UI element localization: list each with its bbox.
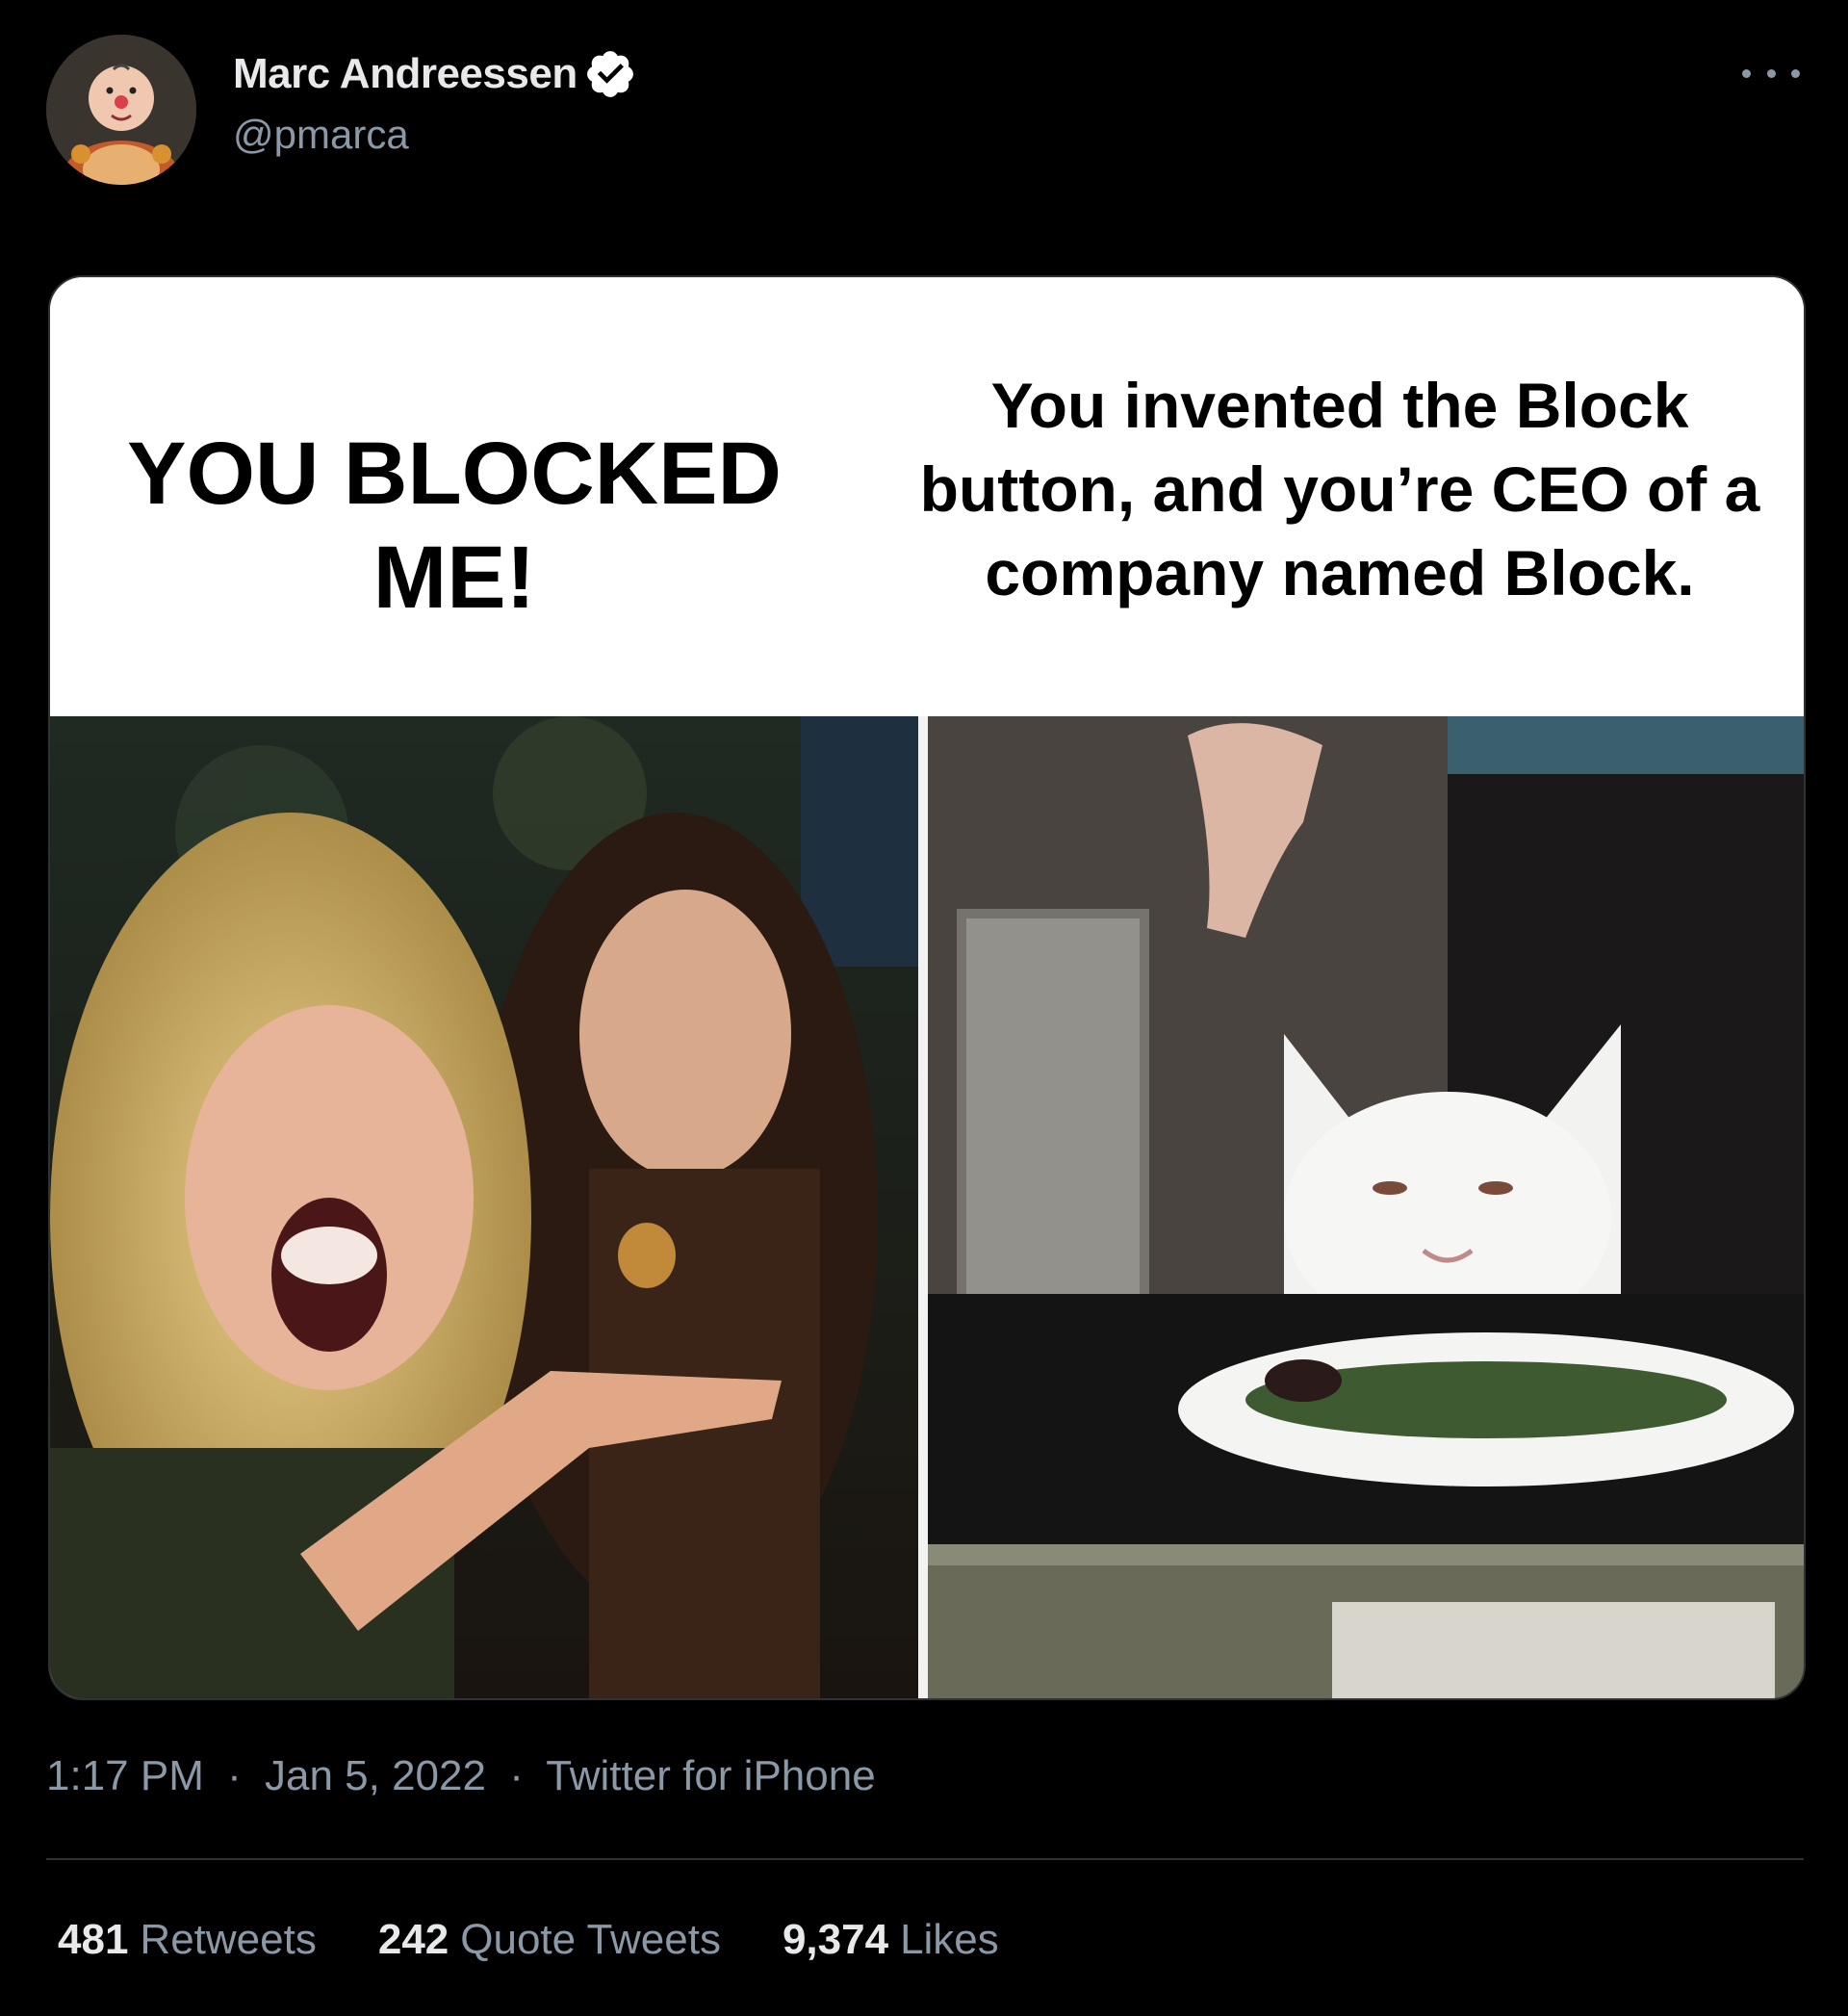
tweet-date[interactable]: Jan 5, 2022 [265, 1752, 486, 1799]
stats-divider [46, 1858, 1804, 1860]
tweet-time[interactable]: 1:17 PM [46, 1752, 204, 1799]
tweet: Marc Andreessen @pmarca YOU BLOCKED ME! … [0, 0, 1848, 2016]
likes-label: Likes [900, 1916, 999, 1963]
cartoon-avatar-icon [46, 35, 196, 185]
author-avatar[interactable] [46, 35, 196, 185]
author-handle[interactable]: @pmarca [233, 112, 409, 158]
verified-badge-icon [586, 51, 633, 97]
retweets-label: Retweets [140, 1916, 317, 1963]
tweet-stats: 481 Retweets 242 Quote Tweets 9,374 Likes [58, 1916, 1061, 1964]
meme-caption-right: You invented the Block button, and you’r… [919, 370, 1760, 608]
quote-tweets-label: Quote Tweets [460, 1916, 721, 1963]
meta-separator: · [509, 1752, 524, 1799]
tweet-metadata: 1:17 PM · Jan 5, 2022 · Twitter for iPho… [46, 1752, 876, 1800]
likes-count: 9,374 [782, 1916, 889, 1963]
quote-tweets-stat[interactable]: 242 Quote Tweets [378, 1916, 721, 1964]
meme-caption-left: YOU BLOCKED ME! [127, 425, 782, 627]
meme-photo-cat [928, 716, 1804, 1698]
retweets-stat[interactable]: 481 Retweets [58, 1916, 317, 1964]
tweet-source-link[interactable]: Twitter for iPhone [546, 1752, 875, 1799]
author-name-row[interactable]: Marc Andreessen [233, 46, 637, 102]
more-horizontal-icon [1791, 68, 1800, 78]
tweet-media-image[interactable]: YOU BLOCKED ME! You invented the Block b… [48, 275, 1806, 1700]
meta-separator: · [227, 1752, 242, 1799]
more-horizontal-icon [1742, 68, 1751, 78]
retweets-count: 481 [58, 1916, 129, 1963]
more-options-button[interactable] [1742, 54, 1800, 92]
likes-stat[interactable]: 9,374 Likes [783, 1916, 999, 1964]
more-horizontal-icon [1766, 68, 1776, 78]
author-name[interactable]: Marc Andreessen [233, 50, 578, 98]
meme-photo-divider [918, 716, 928, 1698]
meme-photo-woman [50, 716, 918, 1698]
quote-tweets-count: 242 [377, 1916, 449, 1963]
